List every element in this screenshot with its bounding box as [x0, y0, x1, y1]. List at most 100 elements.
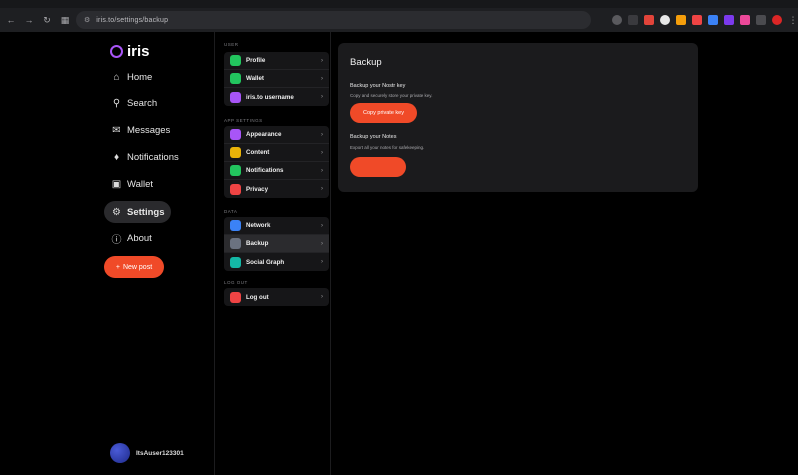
settings-item-appearance[interactable]: Appearance › [224, 126, 329, 144]
site-info-icon[interactable]: ⚙ [84, 16, 90, 24]
at-sign-icon [230, 91, 241, 103]
nav-label: Wallet [127, 178, 154, 190]
settings-group-data: Network › Backup › Social Graph › [224, 217, 329, 271]
chevron-right-icon: › [321, 186, 323, 192]
chevron-right-icon: › [321, 57, 323, 64]
info-icon: ⓘ [111, 234, 122, 246]
gear-icon: ⚙ [112, 206, 121, 218]
lock-icon [230, 183, 241, 195]
settings-item-label: Notifications [246, 167, 284, 174]
settings-menu: USER Profile › Wallet › iris.to username… [214, 32, 331, 475]
profile-icon [230, 55, 241, 66]
settings-item-label: Log out [246, 293, 269, 301]
home-icon: ⌂ [113, 71, 120, 83]
avatar [110, 443, 130, 463]
user-profile[interactable]: ItsAuser123301 [110, 443, 184, 463]
chevron-right-icon: › [321, 222, 323, 229]
settings-item-backup[interactable]: Backup › [224, 235, 329, 253]
notes-section-title: Backup your Notes [350, 134, 397, 140]
group-title-data: DATA [224, 209, 238, 214]
settings-item-privacy[interactable]: Privacy › [224, 180, 329, 198]
search-icon: ⚲ [112, 97, 121, 109]
nav-about[interactable]: ⓘ About [104, 227, 159, 249]
settings-item-notifications[interactable]: Notifications › [224, 162, 329, 180]
backup-icon [230, 238, 241, 249]
settings-item-iris-username[interactable]: iris.to username › [224, 88, 329, 106]
group-title-user: USER [224, 42, 239, 47]
chevron-right-icon: › [321, 149, 323, 156]
settings-item-wallet[interactable]: Wallet › [224, 70, 329, 88]
extension-red2-icon[interactable] [692, 15, 702, 25]
settings-item-label: Appearance [246, 131, 282, 138]
browser-tabstrip [0, 0, 798, 8]
split-view-icon[interactable] [756, 15, 766, 25]
nav-label: Search [127, 97, 158, 109]
settings-group-logout: Log out › [224, 288, 329, 306]
settings-item-social-graph[interactable]: Social Graph › [224, 253, 329, 271]
extension-white-icon[interactable] [660, 15, 670, 25]
bell-icon [230, 165, 241, 176]
social-graph-icon [230, 256, 241, 268]
nav-notifications[interactable]: ♦ Notifications [104, 146, 186, 168]
key-section-description: Copy and securely store your private key… [350, 93, 433, 98]
new-post-label: New post [122, 263, 153, 271]
app: iris ⌂ Home ⚲ Search ✉ Messages ♦ Notifi… [0, 32, 798, 475]
page-title: Backup [350, 57, 382, 68]
logout-icon [230, 291, 241, 303]
settings-item-label: Social Graph [246, 258, 285, 266]
nav-label: Messages [127, 124, 171, 136]
extension-orange-icon[interactable] [676, 15, 686, 25]
nav-wallet[interactable]: ▣ Wallet [104, 173, 160, 195]
settings-item-content[interactable]: Content › [224, 144, 329, 162]
group-title-app-settings: APP SETTINGS [224, 118, 263, 123]
menu-icon[interactable]: ⋮ [788, 15, 798, 25]
extension-pink-icon[interactable] [740, 15, 750, 25]
chevron-right-icon: › [321, 167, 323, 174]
forward-icon[interactable]: → [22, 13, 36, 27]
back-icon[interactable]: ← [4, 13, 18, 27]
chevron-right-icon: › [321, 75, 323, 82]
settings-item-label: Network [246, 222, 271, 229]
chevron-right-icon: › [321, 294, 323, 300]
extension-icons: ⋮ [612, 13, 798, 27]
nav-home[interactable]: ⌂ Home [104, 66, 159, 88]
extension-red-icon[interactable] [644, 15, 654, 25]
extension-blue-icon[interactable] [708, 15, 718, 25]
nav-messages[interactable]: ✉ Messages [104, 119, 177, 141]
new-post-button[interactable]: + New post [104, 256, 164, 278]
extension-purple-icon[interactable] [724, 15, 734, 25]
export-notes-button[interactable] [350, 157, 406, 177]
browser-toolbar: ← → ↻ ▦ ⚙ iris.to/settings/backup ⋮ [0, 8, 798, 32]
settings-item-log-out[interactable]: Log out › [224, 288, 329, 306]
copy-private-key-button[interactable]: Copy private key [350, 103, 417, 123]
notes-section-description: Export all your notes for safekeeping. [350, 145, 425, 150]
address-url: iris.to/settings/backup [96, 16, 169, 24]
google-lens-icon[interactable] [612, 15, 622, 25]
extensions-icon[interactable]: ▦ [58, 13, 72, 27]
settings-item-network[interactable]: Network › [224, 217, 329, 235]
settings-group-app: Appearance › Content › Notifications › P… [224, 126, 329, 198]
nav-label: Settings [127, 206, 165, 218]
settings-item-label: Profile [246, 57, 266, 64]
wallet-icon: ▣ [111, 178, 122, 190]
backup-panel: Backup Backup your Nostr key Copy and se… [338, 43, 698, 192]
bookmark-icon[interactable] [628, 15, 638, 25]
settings-item-profile[interactable]: Profile › [224, 52, 329, 70]
settings-item-label: Wallet [246, 75, 264, 82]
browser-chrome: ← → ↻ ▦ ⚙ iris.to/settings/backup ⋮ [0, 0, 798, 32]
sidebar: iris ⌂ Home ⚲ Search ✉ Messages ♦ Notifi… [0, 32, 214, 475]
settings-item-label: Privacy [246, 185, 269, 193]
username: ItsAuser123301 [136, 449, 184, 457]
reload-icon[interactable]: ↻ [40, 13, 54, 27]
address-bar[interactable]: ⚙ iris.to/settings/backup [76, 11, 591, 29]
nav-label: Notifications [127, 151, 179, 163]
logo-text: iris [127, 43, 150, 60]
chevron-right-icon: › [321, 259, 323, 265]
profile-icon[interactable] [772, 15, 782, 25]
content-icon [230, 147, 241, 158]
nav-settings[interactable]: ⚙ Settings [104, 201, 172, 223]
group-title-log-out: LOG OUT [224, 280, 248, 285]
logo[interactable]: iris [110, 43, 150, 60]
nav-search[interactable]: ⚲ Search [104, 92, 164, 114]
iris-logo-icon [110, 45, 123, 58]
